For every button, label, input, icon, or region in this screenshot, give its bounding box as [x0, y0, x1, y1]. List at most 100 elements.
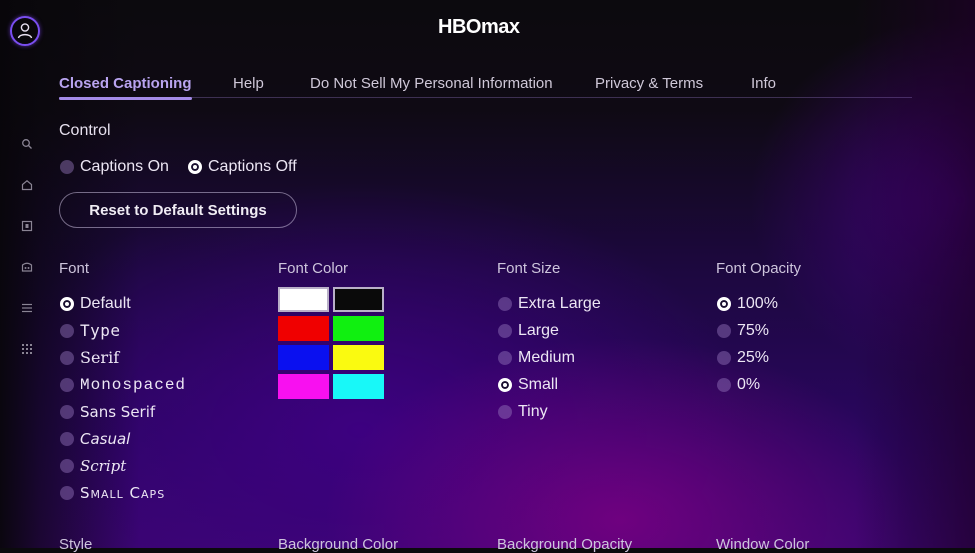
radio-selected-icon	[717, 296, 731, 311]
tab-closed-captioning[interactable]: Closed Captioning	[59, 75, 192, 100]
sidebar-nav	[18, 138, 36, 384]
font-opacity-0[interactable]: 0%	[717, 371, 778, 398]
font-size-label: Tiny	[518, 402, 548, 420]
font-option-sans-serif[interactable]: Sans Serif	[60, 398, 186, 425]
captions-on-option[interactable]: Captions On	[60, 158, 169, 176]
radio-unselected-icon	[717, 377, 731, 392]
swatch-red[interactable]	[278, 316, 329, 341]
background-color-title: Background Color	[278, 536, 399, 553]
radio-unselected-icon	[717, 350, 731, 365]
watchlist-icon	[21, 220, 33, 232]
font-options: Default Type Serif Monospaced Sans Serif…	[60, 290, 186, 506]
font-size-title: Font Size	[497, 260, 561, 277]
style-title: Style	[59, 536, 93, 553]
settings-tabs: Closed Captioning Help Do Not Sell My Pe…	[59, 72, 912, 100]
font-opacity-options: 100% 75% 25% 0%	[717, 290, 778, 398]
radio-selected-icon	[498, 377, 512, 392]
font-opacity-25[interactable]: 25%	[717, 344, 778, 371]
tab-privacy-terms[interactable]: Privacy & Terms	[595, 75, 703, 92]
kids-icon	[21, 262, 33, 272]
font-option-monospaced[interactable]: Monospaced	[60, 371, 186, 398]
font-size-tiny[interactable]: Tiny	[498, 398, 601, 425]
font-size-label: Small	[518, 375, 559, 393]
radio-unselected-icon	[498, 404, 512, 419]
radio-selected-icon	[188, 160, 202, 174]
swatch-cyan[interactable]	[333, 374, 384, 399]
profile-button[interactable]	[10, 16, 40, 46]
swatch-black[interactable]	[333, 287, 384, 312]
captions-off-option[interactable]: Captions Off	[188, 158, 297, 176]
radio-unselected-icon	[498, 350, 512, 365]
hbomax-logo: HBOmax	[438, 16, 520, 38]
swatch-magenta[interactable]	[278, 374, 329, 399]
font-option-label: Default	[80, 294, 131, 312]
font-option-script[interactable]: Script	[60, 452, 186, 479]
font-opacity-label: 0%	[737, 375, 761, 393]
font-opacity-label: 100%	[737, 294, 778, 312]
font-option-label: Serif	[80, 348, 120, 367]
sidebar-item-search[interactable]	[18, 138, 36, 179]
swatch-green[interactable]	[333, 316, 384, 341]
font-option-small-caps[interactable]: Small Caps	[60, 479, 186, 506]
radio-unselected-icon	[60, 377, 74, 392]
font-size-large[interactable]: Large	[498, 317, 601, 344]
captions-on-label: Captions On	[80, 158, 169, 175]
font-opacity-title: Font Opacity	[716, 260, 802, 277]
swatch-white[interactable]	[278, 287, 329, 312]
sidebar-item-grid[interactable]	[18, 343, 36, 384]
sidebar-item-menu[interactable]	[18, 302, 36, 343]
radio-unselected-icon	[60, 350, 74, 365]
font-option-type[interactable]: Type	[60, 317, 186, 344]
font-option-label: Sans Serif	[80, 402, 156, 421]
grid-icon	[22, 344, 32, 354]
sidebar-item-home[interactable]	[18, 179, 36, 220]
font-option-default[interactable]: Default	[60, 290, 186, 317]
profile-icon	[17, 23, 33, 39]
font-size-label: Medium	[518, 348, 575, 366]
sidebar-item-watchlist[interactable]	[18, 220, 36, 261]
font-option-label: Casual	[80, 429, 131, 448]
radio-selected-icon	[60, 296, 74, 311]
background-opacity-title: Background Opacity	[497, 536, 633, 553]
search-icon	[22, 139, 32, 149]
radio-unselected-icon	[498, 323, 512, 338]
radio-unselected-icon	[60, 404, 74, 419]
menu-icon	[22, 303, 32, 313]
window-color-title: Window Color	[716, 536, 810, 553]
radio-unselected-icon	[60, 323, 74, 338]
font-option-label: Script	[80, 456, 127, 475]
font-option-label: Small Caps	[80, 483, 166, 502]
swatch-blue[interactable]	[278, 345, 329, 370]
tab-help[interactable]: Help	[233, 75, 264, 92]
font-option-serif[interactable]: Serif	[60, 344, 186, 371]
radio-unselected-icon	[60, 431, 74, 446]
font-opacity-100[interactable]: 100%	[717, 290, 778, 317]
radio-unselected-icon	[498, 296, 512, 311]
font-opacity-75[interactable]: 75%	[717, 317, 778, 344]
font-option-label: Monospaced	[80, 375, 187, 394]
font-size-label: Large	[518, 321, 559, 339]
font-color-swatches	[278, 287, 384, 399]
font-size-label: Extra Large	[518, 294, 601, 312]
sidebar-item-kids[interactable]	[18, 261, 36, 302]
home-icon	[21, 180, 33, 191]
control-title: Control	[59, 122, 111, 139]
reset-default-button[interactable]: Reset to Default Settings	[59, 192, 297, 228]
radio-unselected-icon	[60, 485, 74, 500]
font-opacity-label: 25%	[737, 348, 770, 366]
tab-info[interactable]: Info	[751, 75, 776, 92]
captions-off-label: Captions Off	[208, 158, 297, 175]
radio-unselected-icon	[60, 458, 74, 473]
radio-unselected-icon	[717, 323, 731, 338]
font-title: Font	[59, 260, 90, 277]
font-color-title: Font Color	[278, 260, 349, 277]
tab-do-not-sell[interactable]: Do Not Sell My Personal Information	[310, 75, 553, 92]
font-size-small[interactable]: Small	[498, 371, 601, 398]
font-size-options: Extra Large Large Medium Small Tiny	[498, 290, 601, 425]
font-size-medium[interactable]: Medium	[498, 344, 601, 371]
font-size-extra-large[interactable]: Extra Large	[498, 290, 601, 317]
font-option-label: Type	[80, 321, 121, 340]
radio-unselected-icon	[60, 160, 74, 174]
swatch-yellow[interactable]	[333, 345, 384, 370]
font-option-casual[interactable]: Casual	[60, 425, 186, 452]
